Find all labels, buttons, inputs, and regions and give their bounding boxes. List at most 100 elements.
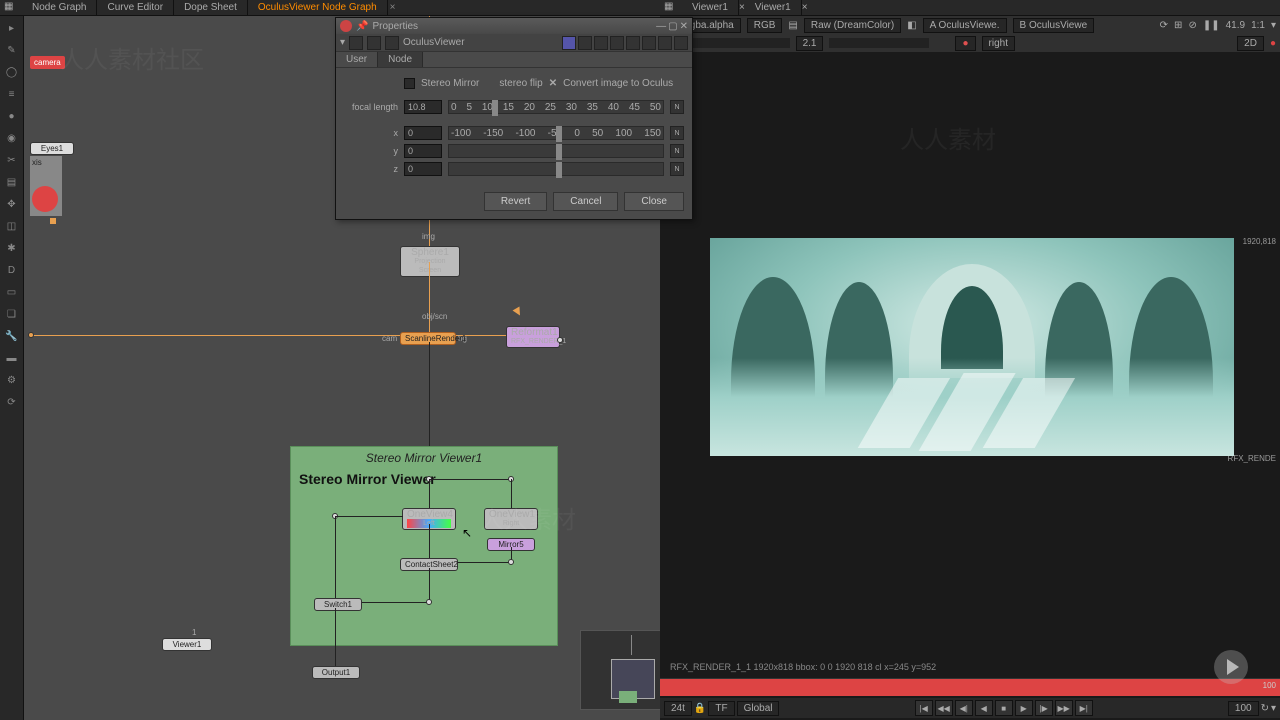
loop-icon[interactable]: ↻: [1261, 703, 1269, 714]
node-sphere[interactable]: Sphere1 Projection Screen: [400, 246, 460, 277]
tool-lines[interactable]: ≡: [4, 86, 20, 102]
node-switch[interactable]: Switch1: [314, 598, 362, 611]
tab-viewer1b[interactable]: Viewer1: [745, 0, 802, 15]
tool-node[interactable]: ▭: [4, 284, 20, 300]
focal-anim-button[interactable]: N: [670, 100, 684, 114]
frame-end[interactable]: 100: [1228, 701, 1259, 716]
tool-oval[interactable]: ◯: [4, 64, 20, 80]
viewer-render-output[interactable]: [710, 238, 1234, 456]
x-slider[interactable]: -100-150-100-50050100150: [448, 126, 664, 140]
prev-frame-button[interactable]: ◀|: [955, 700, 973, 716]
tool-pointer[interactable]: ▸: [4, 20, 20, 36]
tab-dope-sheet[interactable]: Dope Sheet: [174, 0, 248, 15]
s-icon[interactable]: [626, 36, 640, 50]
tool-spark[interactable]: ✱: [4, 240, 20, 256]
x-anim-button[interactable]: N: [670, 126, 684, 140]
stop-button[interactable]: ■: [995, 700, 1013, 716]
tab-close-icon[interactable]: ×: [390, 2, 396, 13]
node-axis-bg[interactable]: xis: [30, 156, 62, 216]
zoom-value[interactable]: 41.9: [1226, 20, 1245, 31]
close-icon[interactable]: ✕: [680, 21, 688, 32]
inputA-dropdown[interactable]: A OculusViewe.: [923, 18, 1007, 33]
close-button[interactable]: Close: [624, 192, 684, 211]
gamma-slider[interactable]: [829, 38, 929, 48]
y-slider[interactable]: [448, 144, 664, 158]
help-icon[interactable]: [642, 36, 656, 50]
tab-viewer1a[interactable]: Viewer1: [682, 0, 739, 15]
tool-circle[interactable]: ●: [4, 108, 20, 124]
z-slider[interactable]: [448, 162, 664, 176]
edit-icon[interactable]: [578, 36, 592, 50]
tab-close-icon[interactable]: ×: [802, 2, 808, 13]
play-back-button[interactable]: ◀: [975, 700, 993, 716]
node-name-input[interactable]: [403, 37, 558, 48]
toolbar-icon[interactable]: ⊘: [1188, 20, 1196, 31]
stereo-mirror-checkbox[interactable]: [404, 78, 415, 89]
playback-mode[interactable]: Global: [737, 701, 780, 716]
step-back-button[interactable]: ◀◀: [935, 700, 953, 716]
tool-cube[interactable]: ◫: [4, 218, 20, 234]
focal-length-slider[interactable]: 05101520253035404550: [448, 100, 664, 114]
dialog-tab-user[interactable]: User: [336, 52, 378, 67]
toolbar-icon[interactable]: ⊞: [1174, 20, 1182, 31]
settings-icon[interactable]: ▾: [1271, 703, 1276, 714]
colorspace-dropdown[interactable]: RGB: [747, 18, 783, 33]
toolbar-icon[interactable]: ⟳: [1160, 20, 1168, 31]
tab-curve-editor[interactable]: Curve Editor: [97, 0, 174, 15]
tool-folder[interactable]: ▬: [4, 350, 20, 366]
frame-start[interactable]: 24t: [664, 701, 692, 716]
minimize-icon[interactable]: —: [656, 21, 666, 32]
fps-mode[interactable]: TF: [708, 701, 734, 716]
collapse-icon[interactable]: ▾: [340, 37, 345, 48]
node-viewer[interactable]: Viewer1: [162, 638, 212, 651]
tool-refresh[interactable]: ⟳: [4, 394, 20, 410]
x-input[interactable]: [404, 126, 442, 140]
focal-length-input[interactable]: [404, 100, 442, 114]
toolbar-icon[interactable]: ❚❚: [1203, 20, 1220, 31]
node-output[interactable]: Output1: [312, 666, 360, 679]
tab-oculus-nodegraph[interactable]: OculusViewer Node Graph: [248, 0, 388, 15]
undo-icon[interactable]: [594, 36, 608, 50]
float-icon[interactable]: [658, 36, 672, 50]
tool-pen[interactable]: ✎: [4, 42, 20, 58]
overlay-play-icon[interactable]: [1214, 650, 1248, 684]
goto-start-button[interactable]: |◀: [915, 700, 933, 716]
copy-icon[interactable]: [610, 36, 624, 50]
mode-dropdown[interactable]: 2D: [1237, 36, 1264, 51]
lut-dropdown[interactable]: Raw (DreamColor): [804, 18, 901, 33]
node-reformat[interactable]: Reformat1 RFX_RENDER_1: [506, 326, 560, 348]
cancel-button[interactable]: Cancel: [553, 192, 618, 211]
fps-lock-icon[interactable]: 🔒: [694, 703, 706, 714]
play-button[interactable]: ▶: [1015, 700, 1033, 716]
x-icon[interactable]: ✕: [549, 78, 557, 89]
dialog-titlebar[interactable]: 📌 Properties — ▢ ✕: [336, 18, 692, 34]
tool-wrench[interactable]: 🔧: [4, 328, 20, 344]
tool-d-icon[interactable]: D: [4, 262, 20, 278]
toolbar-icon[interactable]: ▤: [788, 20, 797, 31]
scale-input[interactable]: 2.1: [796, 36, 824, 51]
node-camera[interactable]: camera: [30, 56, 65, 69]
toolbar-icon[interactable]: ◧: [907, 20, 916, 31]
close-panel-icon[interactable]: [674, 36, 688, 50]
maximize-icon[interactable]: ▢: [668, 21, 677, 32]
y-input[interactable]: [404, 144, 442, 158]
toolbar-icon[interactable]: ●: [1270, 38, 1276, 49]
node-scanline-render[interactable]: ScanlineRender1: [400, 332, 456, 345]
properties-dialog[interactable]: 📌 Properties — ▢ ✕ ▾ User Node: [335, 17, 693, 220]
dialog-tab-node[interactable]: Node: [378, 52, 423, 67]
color-icon[interactable]: [562, 36, 576, 50]
z-anim-button[interactable]: N: [670, 162, 684, 176]
node-graph-minimap[interactable]: [580, 630, 660, 710]
pin-icon[interactable]: 📌: [356, 21, 368, 32]
wand-icon[interactable]: [385, 36, 399, 50]
tab-node-graph[interactable]: Node Graph: [22, 0, 97, 15]
tool-cut[interactable]: ✂: [4, 152, 20, 168]
tool-brush[interactable]: ❏: [4, 306, 20, 322]
next-frame-button[interactable]: |▶: [1035, 700, 1053, 716]
zoom-ratio[interactable]: 1:1: [1251, 20, 1265, 31]
y-anim-button[interactable]: N: [670, 144, 684, 158]
goto-end-button[interactable]: ▶|: [1075, 700, 1093, 716]
toolbar-icon[interactable]: ▾: [1271, 20, 1276, 31]
z-input[interactable]: [404, 162, 442, 176]
view-dropdown[interactable]: ●: [955, 36, 975, 51]
